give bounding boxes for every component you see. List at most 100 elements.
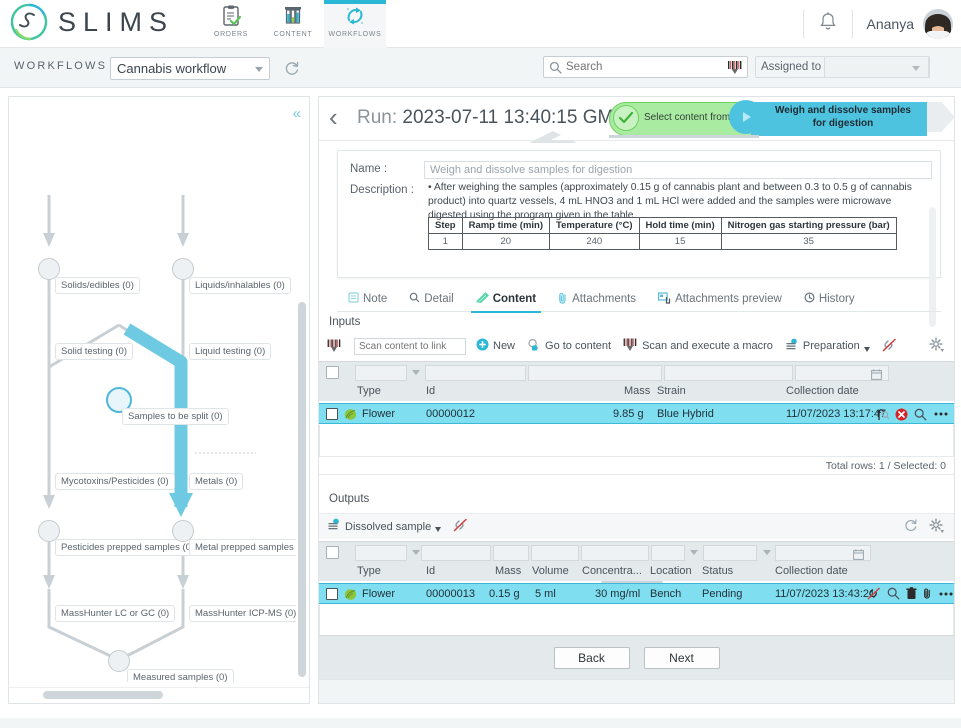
go-to-content-button[interactable]: Go to content — [527, 338, 611, 354]
column-header-collection-date[interactable]: Collection date — [775, 565, 848, 577]
trash-icon[interactable] — [906, 587, 917, 600]
column-header-collection-date[interactable]: Collection date — [786, 385, 859, 397]
nav-tab-content-label: CONTENT — [274, 31, 313, 38]
name-field[interactable] — [424, 161, 932, 179]
more-icon[interactable] — [938, 591, 954, 597]
column-header-type[interactable]: Type — [357, 385, 381, 397]
inputs-unlink-button[interactable] — [882, 338, 897, 355]
tab-attachments-preview[interactable]: Attachments preview — [647, 287, 793, 312]
search-box[interactable] — [543, 56, 748, 78]
more-icon[interactable] — [933, 411, 949, 417]
nav-tab-workflows[interactable]: WORKFLOWS — [324, 0, 386, 48]
outputs-grid-settings-button[interactable] — [929, 518, 944, 538]
preparation-dropdown[interactable]: Preparation — [785, 338, 870, 355]
new-button[interactable]: New — [476, 338, 515, 354]
split-icon[interactable] — [876, 407, 889, 421]
column-header-id[interactable]: Id — [426, 385, 435, 397]
filter-location-select[interactable] — [651, 545, 685, 561]
bell-icon[interactable] — [818, 11, 838, 38]
diagram-vscrollbar-thumb[interactable] — [298, 302, 306, 677]
workflow-canvas[interactable]: Solids/edibles (0) Liquids/inhalables (0… — [9, 97, 296, 682]
workflow-node-label[interactable]: Metals (0) — [189, 473, 243, 490]
inputs-grid-settings-button[interactable] — [929, 337, 944, 357]
column-header-status[interactable]: Status — [702, 565, 733, 577]
workflow-node-label[interactable]: Solids/edibles (0) — [55, 277, 140, 294]
workflow-node-label[interactable]: Liquids/inhalables (0) — [189, 277, 291, 294]
column-header-mass[interactable]: Mass — [495, 565, 521, 577]
filter-type-select[interactable] — [355, 545, 407, 561]
filter-strain-input[interactable] — [664, 365, 793, 381]
assigned-to-select[interactable] — [824, 56, 929, 78]
filter-concentration-input[interactable] — [581, 545, 649, 561]
inputs-table-header: Type Id Mass Strain Collection date — [319, 383, 954, 401]
run-step-weigh-dissolve[interactable]: Weigh and dissolve samples for digestion — [751, 102, 927, 136]
column-header-mass[interactable]: Mass — [624, 385, 650, 397]
unlink-icon[interactable] — [867, 587, 881, 600]
filter-status-select[interactable] — [703, 545, 757, 561]
column-header-volume[interactable]: Volume — [532, 565, 569, 577]
tab-history[interactable]: History — [793, 287, 866, 312]
column-header-concentration[interactable]: Concentra... — [582, 565, 642, 577]
filter-id-input[interactable] — [425, 365, 526, 381]
workflow-node-measured-samples[interactable] — [108, 650, 130, 672]
filter-type-select[interactable] — [355, 365, 407, 381]
workflow-node-label[interactable]: Mycotoxins/Pesticides (0) — [55, 473, 175, 490]
nav-tab-orders[interactable]: ORDERS — [200, 0, 262, 48]
column-header-location[interactable]: Location — [650, 565, 692, 577]
workflow-node-label[interactable]: Pesticides prepped samples (0) — [55, 539, 200, 556]
app-logo[interactable]: SLIMS — [10, 2, 174, 42]
nav-tab-content[interactable]: CONTENT — [262, 0, 324, 48]
refresh-workflow-button[interactable] — [283, 60, 300, 82]
inputs-scan-barcode-icon[interactable] — [327, 339, 342, 353]
remove-icon[interactable] — [895, 408, 908, 421]
diagram-hscrollbar-thumb[interactable] — [43, 691, 163, 699]
magnifier-icon[interactable] — [914, 408, 927, 421]
filter-volume-input[interactable] — [531, 545, 579, 561]
workflow-node-label[interactable]: MassHunter LC or GC (0) — [55, 605, 175, 622]
avatar[interactable] — [923, 9, 953, 39]
workflow-node-label[interactable]: MassHunter ICP-MS (0) — [189, 605, 296, 622]
column-header-id[interactable]: Id — [426, 565, 435, 577]
diagram-hscrollbar[interactable] — [9, 687, 309, 703]
outputs-preparation-dropdown[interactable]: Dissolved sample — [327, 518, 441, 535]
tab-detail[interactable]: Detail — [398, 287, 464, 312]
table-row[interactable]: Flower 00000012 9.85 g Blue Hybrid 11/07… — [319, 403, 954, 424]
table-row[interactable]: Flower 00000013 0.15 g 5 ml 30 mg/ml Ben… — [319, 583, 954, 604]
search-input[interactable] — [566, 59, 706, 75]
outputs-refresh-button[interactable] — [903, 518, 918, 538]
scan-content-input[interactable] — [354, 338, 466, 355]
row-select-checkbox[interactable] — [326, 588, 338, 600]
workflow-node-label[interactable]: Solid testing (0) — [55, 343, 133, 360]
check-icon — [613, 105, 639, 131]
magnifier-icon[interactable] — [887, 587, 900, 600]
next-button[interactable]: Next — [644, 647, 720, 669]
workflow-node-label[interactable]: Metal prepped samples (0) — [189, 539, 296, 556]
workflow-node-label[interactable]: Samples to be split (0) — [122, 408, 229, 425]
inputs-toolbar: New Go to content Scan — [319, 333, 954, 359]
preparation-icon — [327, 518, 341, 535]
tab-content[interactable]: Content — [465, 287, 547, 312]
outputs-select-all-checkbox[interactable] — [326, 546, 339, 559]
slims-workflow-page: SLIMS ORDERS — [0, 0, 961, 728]
assigned-to-filter[interactable]: Assigned to : — [755, 56, 930, 78]
paperclip-icon[interactable] — [923, 587, 932, 600]
barcode-scan-icon[interactable] — [727, 60, 743, 80]
workflow-node-label[interactable]: Measured samples (0) — [127, 669, 234, 682]
refresh-icon — [283, 60, 300, 77]
chevron-left-icon[interactable]: ‹ — [329, 105, 338, 129]
outputs-unlink-button[interactable] — [453, 518, 468, 535]
filter-id-input[interactable] — [421, 545, 491, 561]
inputs-select-all-checkbox[interactable] — [326, 366, 339, 379]
plus-circle-icon — [476, 338, 489, 354]
tab-note[interactable]: Note — [337, 287, 398, 312]
back-button[interactable]: Back — [554, 647, 630, 669]
tab-attachments[interactable]: Attachments — [547, 287, 647, 312]
column-header-strain[interactable]: Strain — [657, 385, 686, 397]
filter-mass-input[interactable] — [493, 545, 529, 561]
column-header-type[interactable]: Type — [357, 565, 381, 577]
filter-mass-input[interactable] — [528, 365, 662, 381]
workflow-select[interactable]: Cannabis workflow — [110, 57, 270, 80]
scan-execute-macro-button[interactable]: Scan and execute a macro — [623, 338, 773, 355]
row-select-checkbox[interactable] — [326, 408, 338, 420]
workflow-node-label[interactable]: Liquid testing (0) — [189, 343, 271, 360]
